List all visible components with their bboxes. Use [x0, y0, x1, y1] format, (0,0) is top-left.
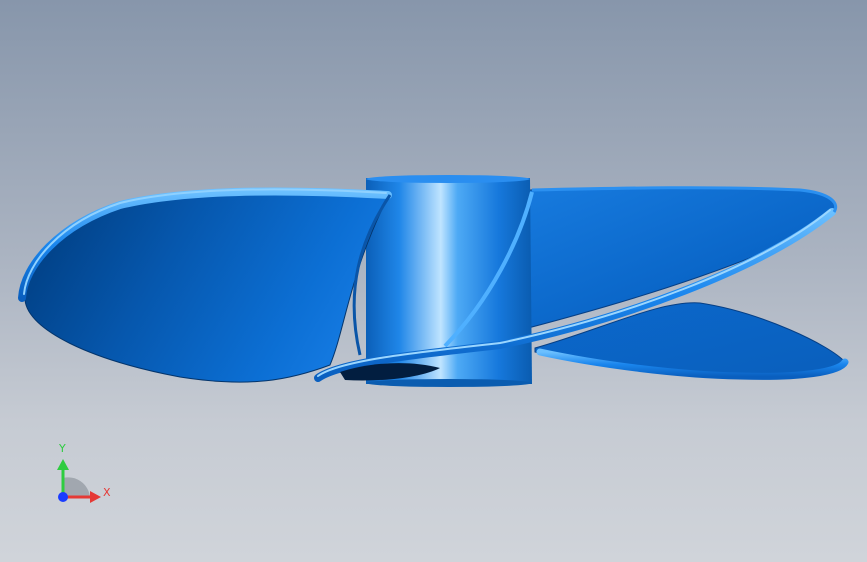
- z-axis-dot: [58, 492, 68, 502]
- lower-right-blade[interactable]: [534, 302, 846, 378]
- graphics-viewport[interactable]: Y X: [0, 0, 867, 562]
- y-axis-label: Y: [59, 442, 66, 455]
- hub-bottom-face: [366, 379, 532, 387]
- x-axis-arrow: [90, 491, 101, 503]
- x-axis-label: X: [103, 486, 111, 499]
- coordinate-triad-icon: [57, 459, 101, 503]
- triad-plane-arc: [63, 477, 90, 497]
- y-axis-arrow: [57, 459, 69, 470]
- hub-top-face: [366, 175, 530, 183]
- propeller-model[interactable]: [0, 0, 867, 562]
